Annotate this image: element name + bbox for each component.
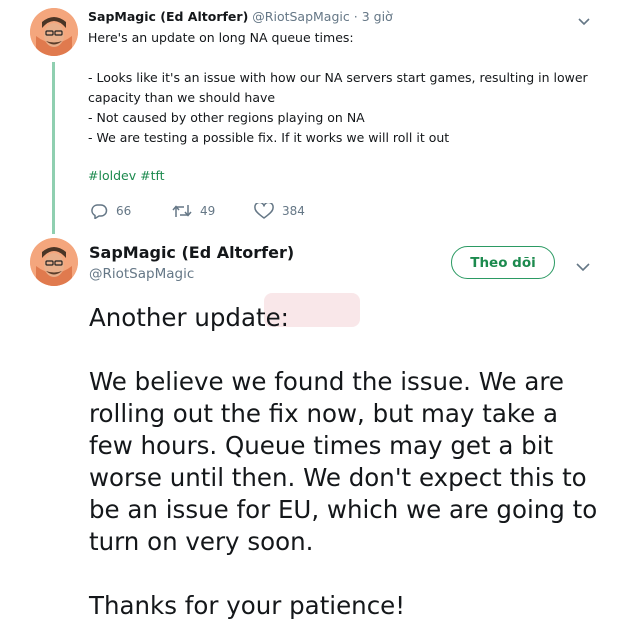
tweet2-text: Another update: We believe we found the …	[89, 302, 609, 622]
tweet1-line: - We are testing a possible fix. If it w…	[88, 130, 450, 145]
tweet1-author-name[interactable]: SapMagic (Ed Altorfer)	[88, 9, 248, 24]
reply-icon	[91, 204, 108, 219]
avatar[interactable]	[30, 8, 78, 56]
tweet2-line: few hours. Queue times may get a bit	[89, 431, 554, 460]
tweet2-line: Thanks for your patience!	[89, 591, 406, 620]
retweet-count: 49	[200, 204, 216, 218]
heart-icon	[254, 203, 274, 219]
tweet1-text: Here's an update on long NA queue times:…	[88, 28, 598, 148]
tweet1-actions: 66 49 384	[90, 200, 305, 222]
tweet1-author-handle[interactable]: @RiotSapMagic	[252, 9, 349, 24]
hashtag-link[interactable]: #tft	[140, 168, 164, 183]
like-button[interactable]: 384	[254, 203, 305, 219]
chevron-down-icon[interactable]	[575, 257, 591, 276]
tweet1-blank-line	[88, 48, 598, 68]
retweet-button[interactable]: 49	[172, 203, 254, 219]
tweet2-line: be an issue for EU, which we are going t…	[89, 495, 598, 524]
tweet2-line: worse until then. We don't expect this t…	[89, 463, 587, 492]
tweet1-line: Here's an update on long NA queue times:	[88, 30, 354, 45]
tweet2-line: We believe we found the issue. We are	[89, 367, 565, 396]
tweet2-author-handle[interactable]: @RiotSapMagic	[89, 266, 194, 282]
tweet1-line: - Not caused by other regions playing on…	[88, 110, 365, 125]
tweet2-blank-line	[89, 558, 609, 590]
tweet1-line: - Looks like it's an issue with how our …	[88, 70, 588, 85]
hashtag-link[interactable]: #loldev	[88, 168, 136, 183]
tweet1-line: capacity than we should have	[88, 90, 276, 105]
tweet1-hashtags: #loldev #tft	[88, 168, 169, 183]
tweet2-author-name[interactable]: SapMagic (Ed Altorfer)	[89, 243, 294, 262]
tweet1-header: SapMagic (Ed Altorfer) @RiotSapMagic · 3…	[88, 9, 393, 24]
retweet-icon	[172, 205, 192, 217]
thread-connector-line	[52, 62, 55, 234]
avatar[interactable]	[30, 238, 78, 286]
reply-count: 66	[116, 204, 132, 218]
follow-button[interactable]: Theo dõi	[451, 246, 555, 279]
tweet2-blank-line	[89, 334, 609, 366]
header-separator: ·	[353, 9, 358, 24]
tweet1-timestamp[interactable]: 3 giờ	[362, 9, 393, 24]
tweet2-line: turn on very soon.	[89, 527, 314, 556]
like-count: 384	[282, 204, 305, 218]
tweet2-line: Another update:	[89, 303, 289, 332]
tweet2-line: rolling out the fix now, but may take a	[89, 399, 559, 428]
reply-button[interactable]: 66	[90, 203, 172, 219]
